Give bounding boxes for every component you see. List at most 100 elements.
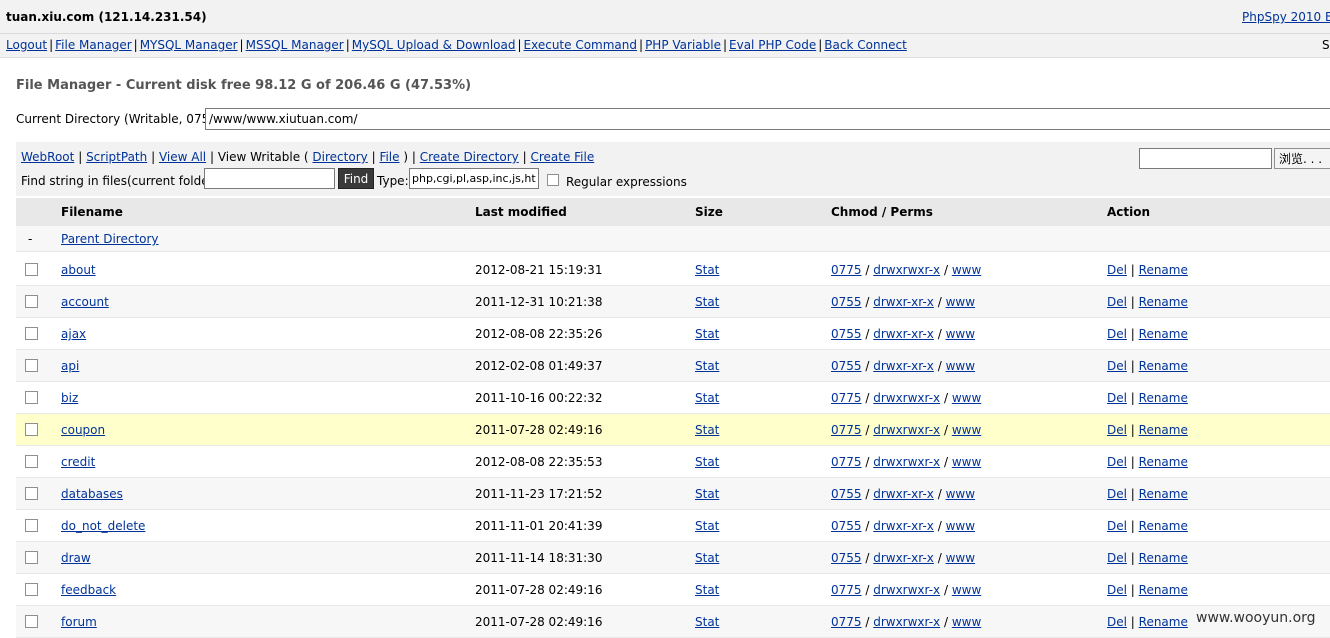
filename-link[interactable]: draw [61,551,91,565]
filename-link[interactable]: credit [61,455,95,469]
scriptpath-link[interactable]: ScriptPath [86,150,147,164]
delete-link[interactable]: Del [1107,295,1127,309]
find-button[interactable]: Find [338,168,374,189]
filename-link[interactable]: api [61,359,79,373]
rename-link[interactable]: Rename [1139,455,1188,469]
row-select-checkbox[interactable] [25,583,38,596]
delete-link[interactable]: Del [1107,583,1127,597]
chmod-link[interactable]: 0755 [831,359,862,373]
perms-link[interactable]: drwxrwxr-x [873,423,940,437]
owner-link[interactable]: www [952,263,981,277]
filename-link[interactable]: about [61,263,96,277]
owner-link[interactable]: www [952,615,981,629]
stat-link[interactable]: Stat [695,263,719,277]
chmod-link[interactable]: 0775 [831,583,862,597]
row-select-checkbox[interactable] [25,551,38,564]
row-select-checkbox[interactable] [25,615,38,628]
perms-link[interactable]: drwxr-xr-x [873,487,934,501]
column-header-modified[interactable]: Last modified [475,205,567,219]
rename-link[interactable]: Rename [1139,487,1188,501]
delete-link[interactable]: Del [1107,551,1127,565]
owner-link[interactable]: www [952,391,981,405]
parent-directory-link[interactable]: Parent Directory [61,232,159,246]
menu-item-mssql-manager[interactable]: MSSQL Manager [246,38,344,52]
rename-link[interactable]: Rename [1139,295,1188,309]
rename-link[interactable]: Rename [1139,519,1188,533]
delete-link[interactable]: Del [1107,519,1127,533]
filename-link[interactable]: feedback [61,583,116,597]
chmod-link[interactable]: 0775 [831,455,862,469]
menu-item-logout[interactable]: Logout [6,38,47,52]
rename-link[interactable]: Rename [1139,615,1188,629]
perms-link[interactable]: drwxr-xr-x [873,359,934,373]
menu-item-back-connect[interactable]: Back Connect [824,38,907,52]
perms-link[interactable]: drwxrwxr-x [873,391,940,405]
filename-link[interactable]: ajax [61,327,86,341]
rename-link[interactable]: Rename [1139,583,1188,597]
perms-link[interactable]: drwxrwxr-x [873,455,940,469]
rename-link[interactable]: Rename [1139,391,1188,405]
delete-link[interactable]: Del [1107,487,1127,501]
upload-file-input[interactable] [1139,148,1272,169]
row-select-checkbox[interactable] [25,359,38,372]
owner-link[interactable]: www [946,359,975,373]
stat-link[interactable]: Stat [695,551,719,565]
rename-link[interactable]: Rename [1139,327,1188,341]
row-select-checkbox[interactable] [25,519,38,532]
row-select-checkbox[interactable] [25,391,38,404]
menu-item-php-variable[interactable]: PHP Variable [645,38,721,52]
brand-link[interactable]: PhpSpy 2010 Bu [1242,10,1330,24]
delete-link[interactable]: Del [1107,615,1127,629]
perms-link[interactable]: drwxr-xr-x [873,551,934,565]
perms-link[interactable]: drwxrwxr-x [873,583,940,597]
delete-link[interactable]: Del [1107,455,1127,469]
perms-link[interactable]: drwxrwxr-x [873,615,940,629]
stat-link[interactable]: Stat [695,391,719,405]
menu-item-file-manager[interactable]: File Manager [55,38,132,52]
owner-link[interactable]: www [946,487,975,501]
menu-item-mysql-upload-download[interactable]: MySQL Upload & Download [352,38,516,52]
stat-link[interactable]: Stat [695,487,719,501]
webroot-link[interactable]: WebRoot [21,150,74,164]
column-header-filename[interactable]: Filename [61,205,123,219]
file-type-input[interactable] [409,168,539,189]
chmod-link[interactable]: 0775 [831,615,862,629]
row-select-checkbox[interactable] [25,487,38,500]
owner-link[interactable]: www [946,295,975,309]
delete-link[interactable]: Del [1107,263,1127,277]
create-file-link[interactable]: Create File [530,150,594,164]
filename-link[interactable]: databases [61,487,123,501]
chmod-link[interactable]: 0755 [831,519,862,533]
owner-link[interactable]: www [946,551,975,565]
owner-link[interactable]: www [952,455,981,469]
filename-link[interactable]: do_not_delete [61,519,145,533]
menu-item-eval-php-code[interactable]: Eval PHP Code [729,38,816,52]
rename-link[interactable]: Rename [1139,263,1188,277]
row-select-checkbox[interactable] [25,455,38,468]
rename-link[interactable]: Rename [1139,359,1188,373]
filename-link[interactable]: coupon [61,423,105,437]
row-select-checkbox[interactable] [25,263,38,276]
owner-link[interactable]: www [952,423,981,437]
chmod-link[interactable]: 0755 [831,551,862,565]
column-header-size[interactable]: Size [695,205,723,219]
chmod-link[interactable]: 0775 [831,391,862,405]
rename-link[interactable]: Rename [1139,551,1188,565]
find-string-input[interactable] [204,168,335,189]
row-select-checkbox[interactable] [25,327,38,340]
stat-link[interactable]: Stat [695,359,719,373]
view-all-link[interactable]: View All [159,150,206,164]
row-select-checkbox[interactable] [25,295,38,308]
view-writable-directory-link[interactable]: Directory [312,150,367,164]
stat-link[interactable]: Stat [695,519,719,533]
stat-link[interactable]: Stat [695,615,719,629]
chmod-link[interactable]: 0775 [831,423,862,437]
owner-link[interactable]: www [952,583,981,597]
perms-link[interactable]: drwxr-xr-x [873,295,934,309]
delete-link[interactable]: Del [1107,391,1127,405]
stat-link[interactable]: Stat [695,327,719,341]
row-select-checkbox[interactable] [25,423,38,436]
owner-link[interactable]: www [946,519,975,533]
chmod-link[interactable]: 0775 [831,263,862,277]
current-directory-input[interactable] [205,108,1330,130]
